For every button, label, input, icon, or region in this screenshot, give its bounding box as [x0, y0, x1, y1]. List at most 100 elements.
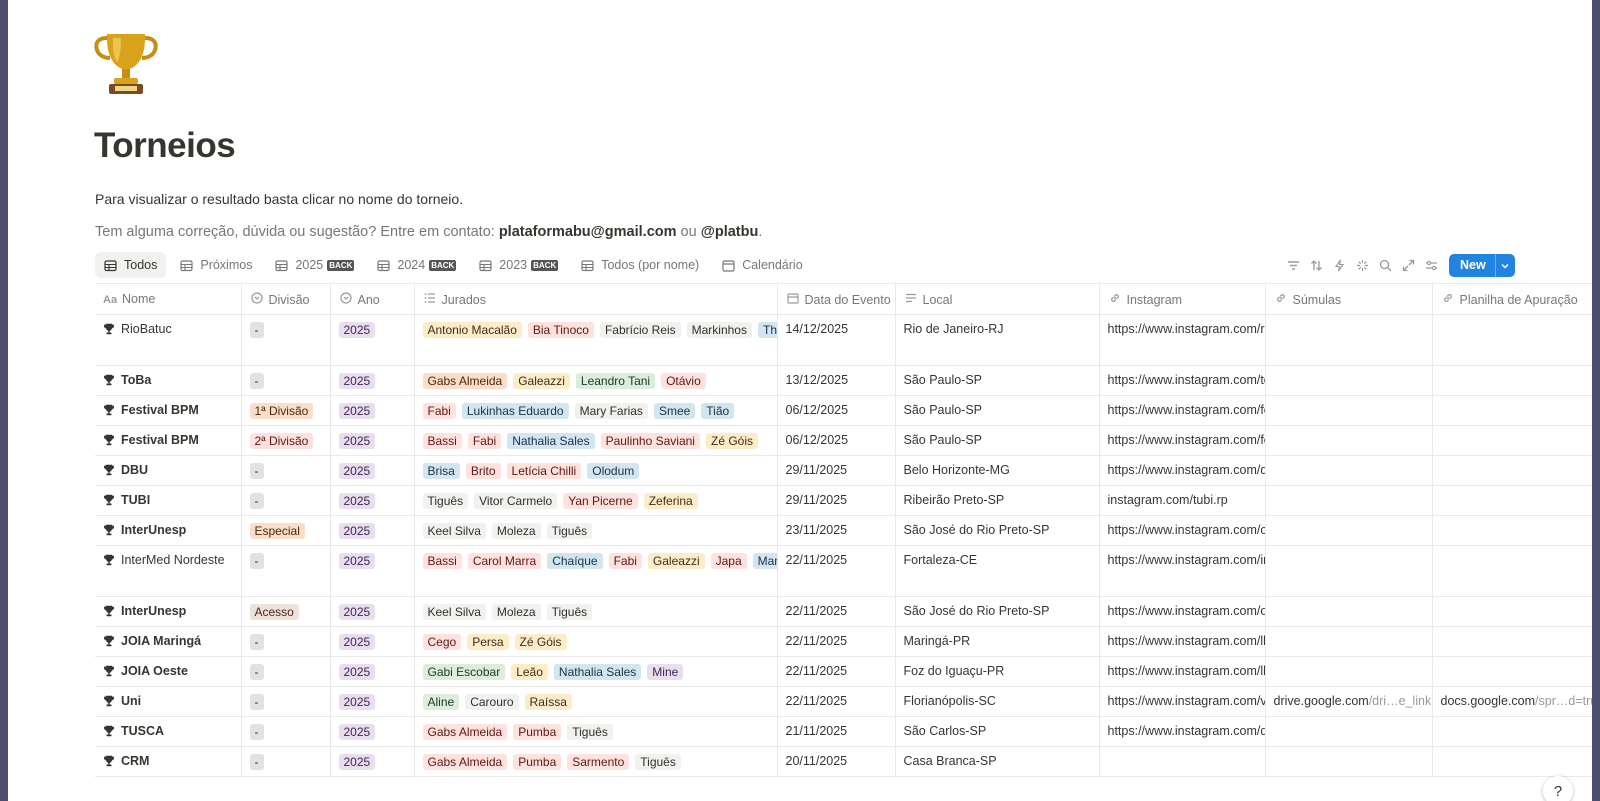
cell-sumulas-link[interactable] — [1265, 455, 1433, 486]
table-row[interactable]: Festival BPM 1ª Divisão 2025 Fabi Lukinhas E… — [95, 395, 1592, 426]
column-header-s-mulas[interactable]: Súmulas — [1265, 283, 1433, 315]
cell-year[interactable]: 2025 — [330, 596, 415, 627]
cell-location[interactable]: São José do Rio Preto-SP — [895, 515, 1100, 546]
cell-year[interactable]: 2025 — [330, 425, 415, 456]
cell-sumulas-link[interactable] — [1265, 545, 1433, 597]
table-row[interactable]: TUSCA - 2025 Gabs Almeida Pumba Tiguês 21/11/2… — [95, 716, 1592, 747]
cell-name[interactable]: Festival BPM — [95, 425, 242, 456]
trophy-icon[interactable] — [93, 28, 159, 98]
cell-judges[interactable]: Brisa Brito Letícia Chilli Olodum — [414, 455, 778, 486]
cell-division[interactable]: - — [241, 485, 331, 516]
cell-division[interactable]: - — [241, 626, 331, 657]
cell-planilha-link[interactable] — [1432, 314, 1592, 366]
ai-sparkle-icon[interactable] — [1351, 255, 1374, 277]
cell-judges[interactable]: Bassi Carol Marra Chaíque Fabi Galeazzi Japa M… — [414, 545, 778, 597]
cell-judges[interactable]: Fabi Lukinhas Eduardo Mary Farias Smee Tião — [414, 395, 778, 426]
tab-calendário[interactable]: Calendário — [713, 252, 811, 278]
cell-date[interactable]: 23/11/2025 — [777, 515, 896, 546]
cell-name[interactable]: JOIA Oeste — [95, 656, 242, 687]
cell-sumulas-link[interactable] — [1265, 485, 1433, 516]
cell-year[interactable]: 2025 — [330, 314, 415, 366]
cell-sumulas-link[interactable] — [1265, 746, 1433, 777]
tab-2024[interactable]: 2024 BACK — [368, 252, 465, 278]
settings-icon[interactable] — [1420, 255, 1443, 277]
cell-date[interactable]: 29/11/2025 — [777, 485, 896, 516]
cell-planilha-link[interactable] — [1432, 596, 1592, 627]
cell-name[interactable]: DBU — [95, 455, 242, 486]
expand-icon[interactable] — [1397, 255, 1420, 277]
cell-division[interactable]: - — [241, 545, 331, 597]
column-header-jurados[interactable]: Jurados — [414, 283, 778, 315]
cell-date[interactable]: 29/11/2025 — [777, 455, 896, 486]
cell-date[interactable]: 06/12/2025 — [777, 425, 896, 456]
help-button[interactable]: ? — [1543, 776, 1573, 801]
cell-division[interactable]: 1ª Divisão — [241, 395, 331, 426]
cell-name[interactable]: CRM — [95, 746, 242, 777]
cell-division[interactable]: - — [241, 365, 331, 396]
cell-date[interactable]: 22/11/2025 — [777, 545, 896, 597]
cell-date[interactable]: 22/11/2025 — [777, 686, 896, 717]
cell-year[interactable]: 2025 — [330, 455, 415, 486]
cell-location[interactable]: São Paulo-SP — [895, 395, 1100, 426]
cell-instagram-link[interactable]: https://www.instagram.com/lb — [1099, 656, 1266, 687]
tab-2023[interactable]: 2023 BACK — [470, 252, 567, 278]
cell-instagram-link[interactable]: https://www.instagram.com/ve — [1099, 686, 1266, 717]
table-row[interactable]: ToBa - 2025 Gabs Almeida Galeazzi Leandro Tan… — [95, 365, 1592, 396]
sort-icon[interactable] — [1305, 255, 1328, 277]
column-header-divis-o[interactable]: Divisão — [241, 283, 331, 315]
cell-planilha-link[interactable] — [1432, 716, 1592, 747]
cell-location[interactable]: Casa Branca-SP — [895, 746, 1100, 777]
cell-location[interactable]: São José do Rio Preto-SP — [895, 596, 1100, 627]
cell-year[interactable]: 2025 — [330, 485, 415, 516]
contact-email[interactable]: plataformabu@gmail.com — [499, 224, 677, 240]
cell-instagram-link[interactable]: https://www.instagram.com/riobatuc — [1099, 314, 1266, 366]
cell-instagram-link[interactable]: https://www.instagram.com/intermed — [1099, 545, 1266, 597]
cell-date[interactable]: 21/11/2025 — [777, 716, 896, 747]
new-button[interactable]: New — [1449, 254, 1515, 277]
table-row[interactable]: Uni - 2025 Aline Carouro Raíssa 22/11/2025 Flor… — [95, 686, 1592, 717]
cell-instagram-link[interactable]: https://www.instagram.com/lb — [1099, 626, 1266, 657]
cell-planilha-link[interactable] — [1432, 485, 1592, 516]
cell-instagram-link[interactable]: https://www.instagram.com/festivalbpm — [1099, 395, 1266, 426]
cell-name[interactable]: ToBa — [95, 365, 242, 396]
cell-judges[interactable]: Cego Persa Zé Góis — [414, 626, 778, 657]
tab-todos-por-nome-[interactable]: Todos (por nome) — [572, 252, 708, 278]
cell-location[interactable]: Florianópolis-SC — [895, 686, 1100, 717]
cell-sumulas-link[interactable]: drive.google.com/dri…e_link — [1265, 686, 1433, 717]
cell-date[interactable]: 13/12/2025 — [777, 365, 896, 396]
column-header-ano[interactable]: Ano — [330, 283, 415, 315]
cell-planilha-link[interactable] — [1432, 365, 1592, 396]
table-row[interactable]: CRM - 2025 Gabs Almeida Pumba Sarmento Tiguês 2… — [95, 746, 1592, 777]
cell-division[interactable]: - — [241, 656, 331, 687]
cell-judges[interactable]: Tiguês Vitor Carmelo Yan Picerne Zeferina — [414, 485, 778, 516]
cell-judges[interactable]: Gabs Almeida Pumba Tiguês — [414, 716, 778, 747]
cell-instagram-link[interactable]: https://www.instagram.com/toba — [1099, 365, 1266, 396]
column-header-data-do-evento[interactable]: Data do Evento — [777, 283, 896, 315]
cell-year[interactable]: 2025 — [330, 686, 415, 717]
tab-próximos[interactable]: Próximos — [171, 252, 261, 278]
cell-year[interactable]: 2025 — [330, 746, 415, 777]
cell-year[interactable]: 2025 — [330, 656, 415, 687]
cell-division[interactable]: - — [241, 314, 331, 366]
cell-year[interactable]: 2025 — [330, 515, 415, 546]
contact-handle[interactable]: @platbu — [701, 224, 759, 240]
column-header-local[interactable]: Local — [895, 283, 1100, 315]
table-row[interactable]: RioBatuc - 2025 Antonio Macalão Bia Tinoco Fa… — [95, 314, 1592, 366]
table-row[interactable]: InterUnesp Acesso 2025 Keel Silva Moleza Tigu… — [95, 596, 1592, 627]
table-row[interactable]: DBU - 2025 Brisa Brito Letícia Chilli Olodum 29… — [95, 455, 1592, 486]
cell-location[interactable]: Rio de Janeiro-RJ — [895, 314, 1100, 366]
cell-date[interactable]: 20/11/2025 — [777, 746, 896, 777]
cell-division[interactable]: - — [241, 746, 331, 777]
cell-planilha-link[interactable] — [1432, 455, 1592, 486]
cell-name[interactable]: JOIA Maringá — [95, 626, 242, 657]
cell-sumulas-link[interactable] — [1265, 716, 1433, 747]
cell-location[interactable]: Maringá-PR — [895, 626, 1100, 657]
cell-division[interactable]: - — [241, 716, 331, 747]
cell-sumulas-link[interactable] — [1265, 365, 1433, 396]
table-row[interactable]: Festival BPM 2ª Divisão 2025 Bassi Fabi Natha… — [95, 425, 1592, 456]
cell-year[interactable]: 2025 — [330, 716, 415, 747]
automation-icon[interactable] — [1328, 255, 1351, 277]
cell-location[interactable]: Belo Horizonte-MG — [895, 455, 1100, 486]
column-header-planilha-de-apura-o[interactable]: Planilha de Apuração — [1432, 283, 1592, 315]
cell-instagram-link[interactable]: https://www.instagram.com/oi — [1099, 515, 1266, 546]
